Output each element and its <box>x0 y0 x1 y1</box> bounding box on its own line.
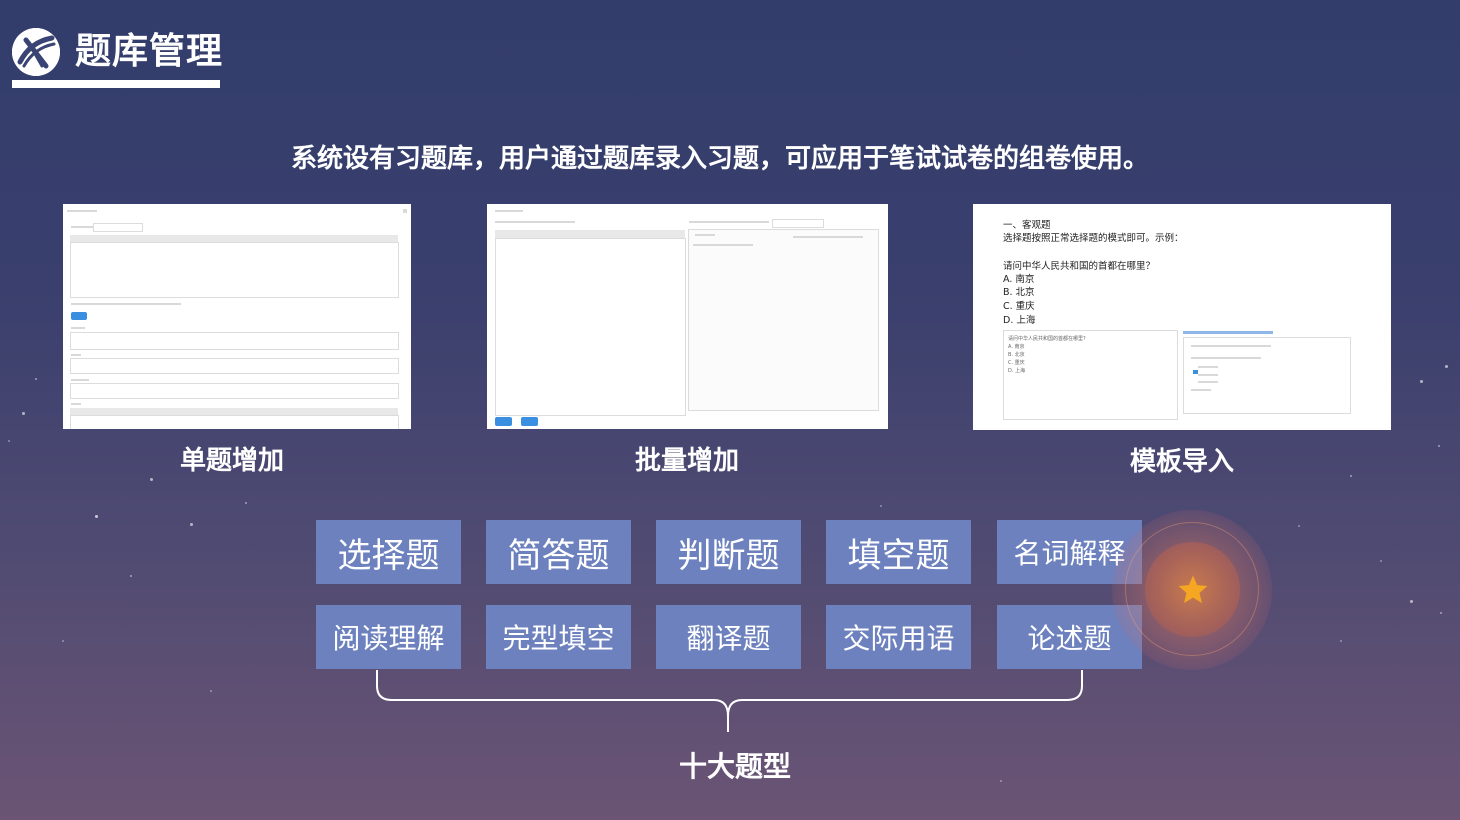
template-line: 一、客观题 <box>1003 220 1051 231</box>
star-icon <box>1178 575 1207 603</box>
batch-add-screenshot <box>487 204 888 429</box>
qtype-fill-blank: 填空题 <box>826 520 971 584</box>
template-line: 请问中华人民共和国的首都在哪里？ <box>1003 261 1156 272</box>
page-subtitle: 系统设有习题库，用户通过题库录入习题，可应用于笔试试卷的组卷使用。 <box>290 144 1149 174</box>
qtype-translation: 翻译题 <box>656 605 801 669</box>
batch-add-caption: 批量增加 <box>634 446 739 476</box>
template-line: D. 上海 <box>1003 315 1036 326</box>
template-import-screenshot: 一、客观题 选择题按照正常选择题的模式即可。示例： 请问中华人民共和国的首都在哪… <box>973 204 1391 430</box>
logo-icon <box>12 28 60 76</box>
single-add-caption: 单题增加 <box>179 446 284 476</box>
preview-line: D. 上海 <box>1008 368 1026 374</box>
template-line: 选择题按照正常选择题的模式即可。示例： <box>1003 233 1184 244</box>
preview-line: 请问中华人民共和国的首都在哪里? <box>1008 336 1086 342</box>
page-title: 题库管理 <box>75 31 224 72</box>
template-line: A. 南京 <box>1003 274 1035 285</box>
question-types-label: 十大题型 <box>678 750 791 783</box>
star-badge <box>1145 542 1240 637</box>
qtype-communication: 交际用语 <box>826 605 971 669</box>
qtype-reading: 阅读理解 <box>316 605 461 669</box>
group-brace <box>376 670 1083 732</box>
template-line: C. 重庆 <box>1003 301 1035 312</box>
qtype-short-answer: 简答题 <box>486 520 631 584</box>
preview-line: A. 南京 <box>1008 344 1025 350</box>
single-add-screenshot <box>63 204 411 429</box>
template-import-caption: 模板导入 <box>1129 447 1234 477</box>
template-line: B. 北京 <box>1003 287 1035 298</box>
title-underline <box>12 80 220 88</box>
qtype-true-false: 判断题 <box>656 520 801 584</box>
qtype-cloze: 完型填空 <box>486 605 631 669</box>
qtype-choice: 选择题 <box>316 520 461 584</box>
preview-line: B. 北京 <box>1008 352 1025 358</box>
preview-line: C. 重庆 <box>1008 360 1025 366</box>
